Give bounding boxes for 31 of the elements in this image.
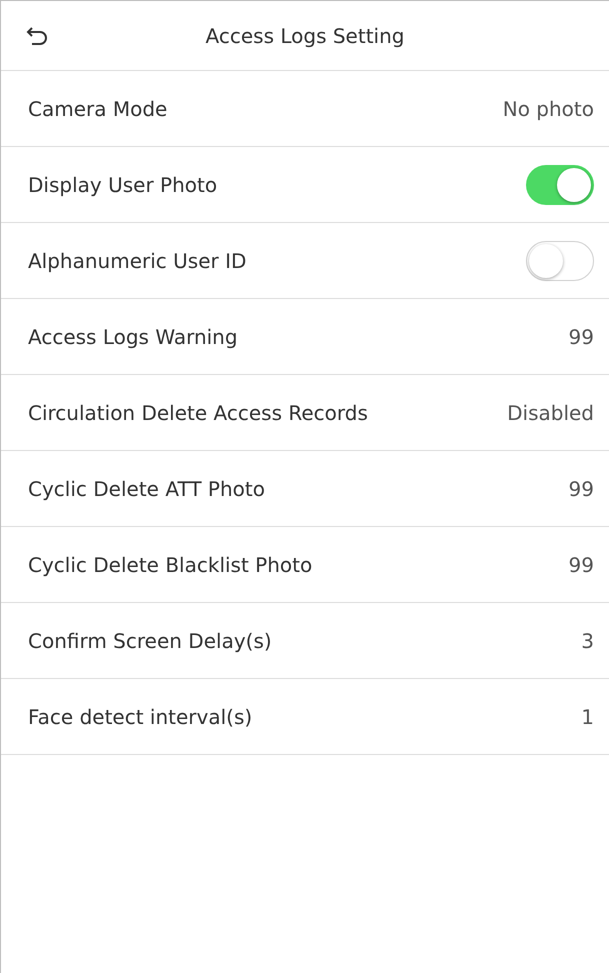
setting-label: Cyclic Delete Blacklist Photo bbox=[28, 552, 312, 578]
header-title: Access Logs Setting bbox=[206, 22, 404, 50]
settings-row[interactable]: Access Logs Warning 99 bbox=[1, 299, 609, 375]
setting-label: Confirm Screen Delay(s) bbox=[28, 628, 272, 654]
setting-label: Face detect interval(s) bbox=[28, 704, 252, 730]
toggle-switch[interactable] bbox=[526, 164, 594, 204]
toggle-switch[interactable] bbox=[526, 240, 594, 280]
setting-value: 3 bbox=[581, 628, 594, 654]
setting-value: Disabled bbox=[507, 400, 594, 426]
setting-label: Alphanumeric User ID bbox=[28, 248, 246, 274]
toggle-knob bbox=[529, 244, 563, 278]
settings-row[interactable]: Cyclic Delete Blacklist Photo 99 bbox=[1, 527, 609, 603]
settings-row[interactable]: Camera Mode No photo bbox=[1, 71, 609, 147]
settings-row[interactable]: Alphanumeric User ID bbox=[1, 223, 609, 299]
setting-label: Circulation Delete Access Records bbox=[28, 400, 368, 426]
settings-row[interactable]: Confirm Screen Delay(s) 3 bbox=[1, 603, 609, 679]
setting-value: 99 bbox=[568, 324, 594, 350]
settings-row[interactable]: Circulation Delete Access Records Disabled bbox=[1, 375, 609, 451]
setting-value: 99 bbox=[568, 476, 594, 502]
settings-row[interactable]: Cyclic Delete ATT Photo 99 bbox=[1, 451, 609, 527]
setting-value: 99 bbox=[568, 552, 594, 578]
setting-label: Cyclic Delete ATT Photo bbox=[28, 476, 265, 502]
toggle-knob bbox=[557, 168, 591, 202]
setting-label: Camera Mode bbox=[28, 96, 168, 122]
setting-value: No photo bbox=[502, 96, 594, 122]
back-icon bbox=[26, 26, 48, 46]
settings-row[interactable]: Face detect interval(s) 1 bbox=[1, 679, 609, 755]
setting-value: 1 bbox=[581, 704, 594, 730]
setting-label: Display User Photo bbox=[28, 172, 218, 198]
setting-label: Access Logs Warning bbox=[28, 324, 238, 350]
settings-row[interactable]: Display User Photo bbox=[1, 147, 609, 223]
